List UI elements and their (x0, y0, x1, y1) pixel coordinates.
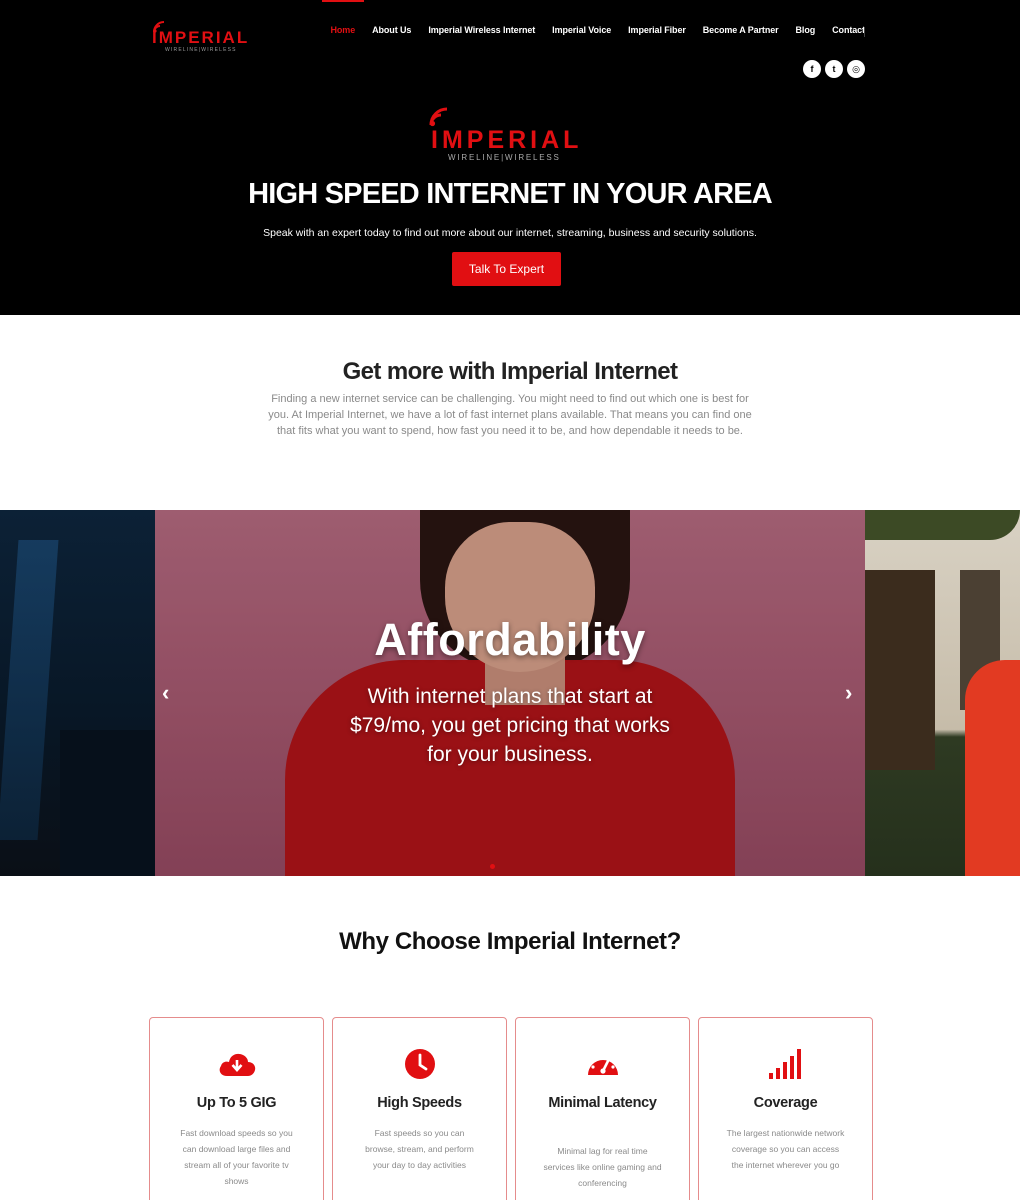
nav-imperial-fiber[interactable]: Imperial Fiber (620, 22, 695, 38)
clock-icon (333, 1048, 506, 1080)
feature-card: High Speeds Fast speeds so you can brows… (332, 1017, 507, 1200)
card-title: Up To 5 GIG (196, 1095, 277, 1111)
nav-divider (864, 27, 865, 37)
slide-image-next (865, 510, 1020, 876)
speedometer-icon (516, 1048, 689, 1080)
nav-contact[interactable]: Contact (824, 22, 874, 38)
slide-body: With internet plans that start at $79/mo… (350, 685, 670, 766)
card-title: High Speeds (377, 1095, 462, 1111)
nav-become-a-partner[interactable]: Become A Partner (694, 22, 787, 38)
logo-tagline: WIRELINE|WIRELESS (165, 47, 237, 53)
signal-logo-icon (429, 107, 448, 127)
feature-card: Minimal Latency Minimal lag for real tim… (515, 1017, 690, 1200)
card-description: The largest nationwide network coverage … (726, 1128, 845, 1170)
feature-cards: Up To 5 GIG Fast download speeds so you … (149, 1017, 873, 1200)
logo-wordmark: IMPERIAL (431, 126, 583, 154)
why-choose-title: Why Choose Imperial Internet? (339, 928, 681, 955)
social-links: f t ◎ (803, 60, 865, 78)
hero-logo: IMPERIAL WIRELINE|WIRELESS (428, 106, 588, 166)
feature-slider[interactable]: Affordability With internet plans that s… (0, 510, 1020, 876)
site-logo[interactable]: IMPERIAL WIRELINE|WIRELESS (152, 20, 252, 56)
card-title: Minimal Latency (548, 1095, 657, 1111)
nav-blog[interactable]: Blog (787, 22, 824, 38)
nav-imperial-wireless-internet[interactable]: Imperial Wireless Internet (420, 22, 544, 38)
hero-section: IMPERIAL WIRELINE|WIRELESS Home About Us… (0, 0, 1020, 315)
slide-heading: Affordability (374, 614, 646, 665)
hero-title: HIGH SPEED INTERNET IN YOUR AREA (248, 178, 773, 210)
slider-prev-arrow-icon[interactable]: ‹ (162, 680, 169, 706)
twitter-icon[interactable]: t (825, 60, 843, 78)
slider-next-arrow-icon[interactable]: › (845, 680, 852, 706)
feature-card: Up To 5 GIG Fast download speeds so you … (149, 1017, 324, 1200)
nav-about-us[interactable]: About Us (364, 22, 420, 38)
card-description: Fast download speeds so you can download… (180, 1128, 293, 1186)
signal-bars-icon (699, 1048, 872, 1080)
card-description: Fast speeds so you can browse, stream, a… (365, 1128, 474, 1170)
nav-imperial-voice[interactable]: Imperial Voice (544, 22, 620, 38)
card-description: Minimal lag for real time services like … (543, 1146, 662, 1188)
logo-tagline: WIRELINE|WIRELESS (448, 153, 561, 162)
facebook-icon[interactable]: f (803, 60, 821, 78)
intro-title: Get more with Imperial Internet (342, 358, 678, 385)
nav-home[interactable]: Home (322, 0, 364, 38)
intro-text: Finding a new internet service can be ch… (268, 393, 752, 437)
slide-image-previous (0, 510, 155, 876)
main-nav: Home About Us Imperial Wireless Internet… (322, 0, 874, 38)
card-title: Coverage (753, 1095, 818, 1111)
talk-to-expert-button[interactable]: Talk To Expert (452, 252, 561, 286)
feature-card: Coverage The largest nationwide network … (698, 1017, 873, 1200)
slide-caption: Affordability With internet plans that s… (155, 510, 865, 876)
logo-wordmark: IMPERIAL (152, 28, 250, 47)
hero-subtitle: Speak with an expert today to find out m… (263, 227, 757, 239)
cloud-download-icon (150, 1048, 323, 1080)
instagram-icon[interactable]: ◎ (847, 60, 865, 78)
